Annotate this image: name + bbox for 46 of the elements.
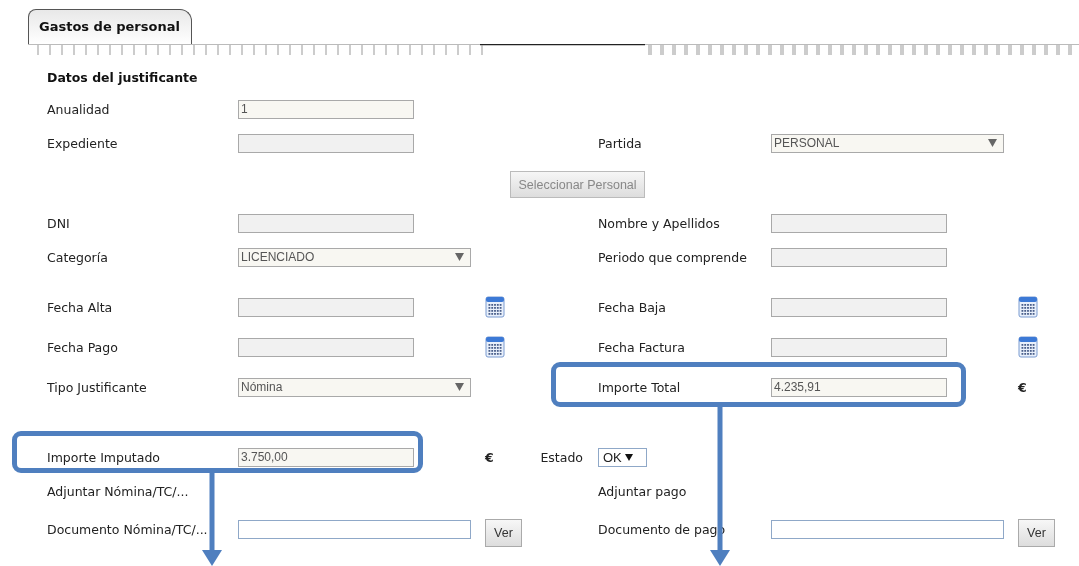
field-label: Anualidad <box>47 101 110 117</box>
file-field[interactable] <box>238 519 471 539</box>
field-label: Nombre y Apellidos <box>598 215 720 231</box>
field-label: Importe Total <box>598 379 681 395</box>
currency-unit: € <box>1018 379 1027 395</box>
field-label: Partida <box>598 135 642 151</box>
field-label: Fecha Baja <box>598 299 666 315</box>
text-field[interactable]: 1 <box>238 99 414 119</box>
view-button[interactable]: Ver <box>1018 519 1055 547</box>
text-field[interactable] <box>238 133 414 153</box>
caret-icon[interactable] <box>624 453 633 461</box>
field-label: Tipo Justificante <box>47 379 147 395</box>
text-field[interactable] <box>238 337 414 357</box>
field-label: Fecha Pago <box>47 339 118 355</box>
currency-unit: € <box>485 449 494 465</box>
status-dropdown[interactable]: OK <box>598 447 647 467</box>
field-label: Fecha Factura <box>598 339 685 355</box>
field-label: DNI <box>47 215 70 231</box>
calendar-icon[interactable] <box>485 296 505 318</box>
text-field[interactable] <box>238 297 414 317</box>
tab[interactable]: Gastos de personal <box>28 9 192 44</box>
file-field[interactable] <box>771 519 1004 539</box>
field-label: Fecha Alta <box>47 299 113 315</box>
section-title: Datos del justificante <box>47 70 199 86</box>
view-button[interactable]: Ver <box>485 519 522 547</box>
text-field[interactable] <box>238 213 414 233</box>
dropdown[interactable]: LICENCIADO <box>238 247 471 267</box>
field-label: Periodo que comprende <box>598 249 747 265</box>
text-field[interactable] <box>771 337 947 357</box>
field-label: Documento Nómina/TC/... <box>47 521 208 537</box>
dropdown[interactable]: Nómina <box>238 377 471 397</box>
field-label: Importe Imputado <box>47 449 160 465</box>
field-label: Categoría <box>47 249 108 265</box>
dropdown[interactable]: PERSONAL <box>771 133 1004 153</box>
field-label: Expediente <box>47 135 118 151</box>
field-label: Adjuntar pago <box>598 483 687 499</box>
text-field[interactable] <box>771 213 947 233</box>
text-field[interactable] <box>771 297 947 317</box>
text-field[interactable] <box>771 247 947 267</box>
calendar-icon[interactable] <box>1018 296 1038 318</box>
field-label: Adjuntar Nómina/TC/... <box>47 483 189 499</box>
calendar-icon[interactable] <box>1018 336 1038 358</box>
text-field[interactable]: 4.235,91 <box>771 377 947 397</box>
field-label: Estado <box>540 449 583 465</box>
text-field[interactable]: 3.750,00 <box>238 447 414 467</box>
calendar-icon[interactable] <box>485 336 505 358</box>
